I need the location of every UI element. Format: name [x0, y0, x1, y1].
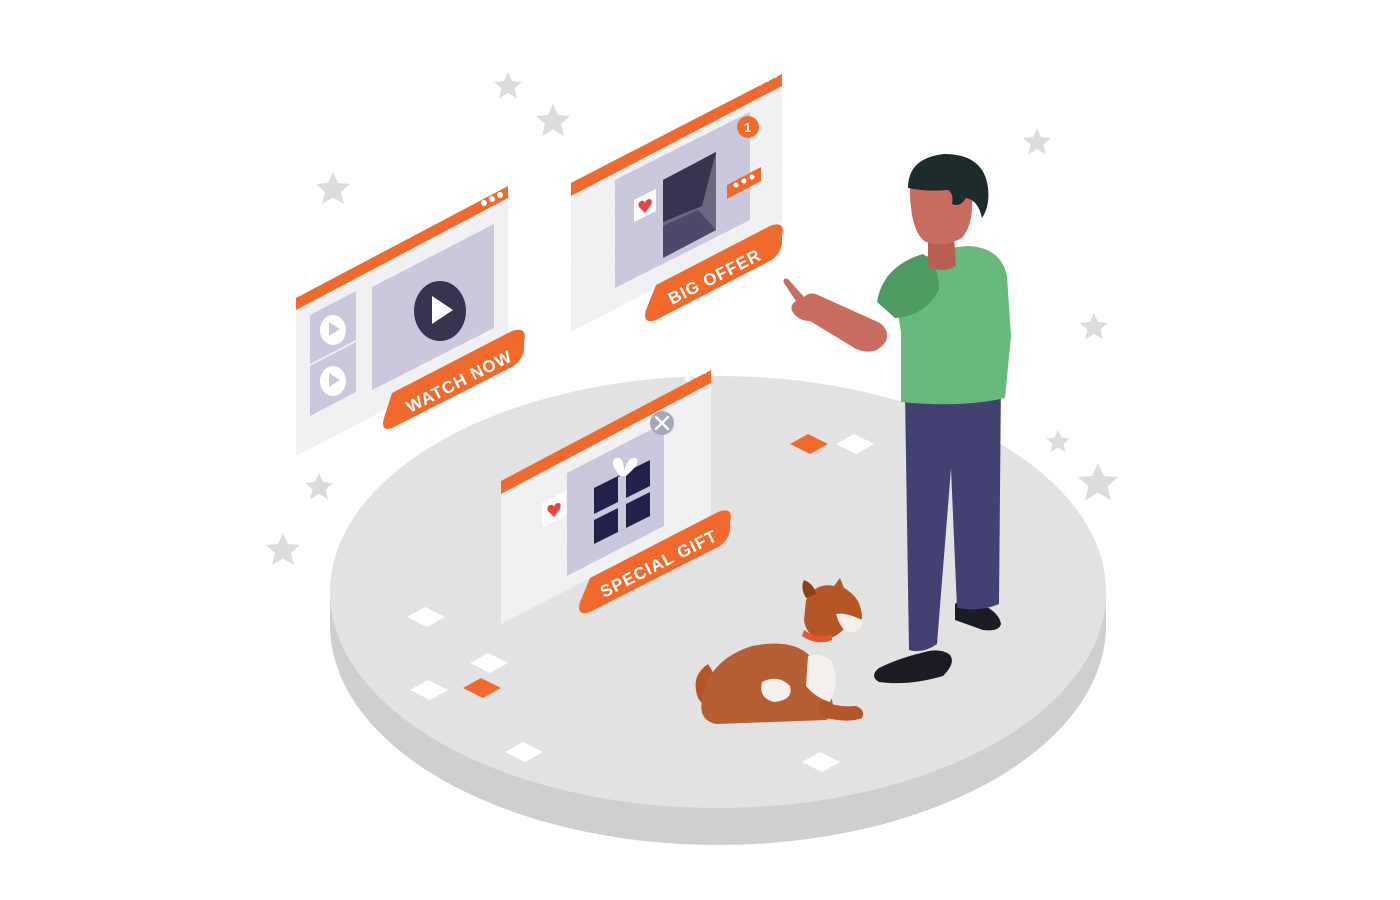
star-icon: [1080, 313, 1108, 340]
watch-now-card[interactable]: WATCH NOW: [296, 186, 525, 456]
illustration-scene: WATCH NOW 1 BIG OFFER SPECIAL GIFT: [266, 72, 1118, 845]
play-icon: [414, 281, 466, 341]
star-icon: [536, 104, 570, 136]
star-icon: [494, 72, 522, 99]
star-icon: [1078, 463, 1118, 501]
notification-count: 1: [744, 120, 751, 135]
window-dot: [489, 196, 495, 202]
star-icon: [1023, 128, 1051, 155]
star-icon: [1046, 430, 1070, 452]
window-dot: [764, 76, 770, 82]
small-play-icon: [320, 315, 346, 345]
window-dot: [497, 192, 503, 198]
window-dot: [756, 80, 762, 86]
star-icon: [266, 533, 300, 565]
close-icon[interactable]: [650, 411, 674, 435]
window-dot: [481, 200, 487, 206]
window-dot: [693, 372, 699, 378]
small-play-icon: [320, 366, 346, 396]
window-dot: [772, 72, 778, 78]
window-dot: [701, 368, 707, 374]
big-offer-card[interactable]: 1 BIG OFFER: [571, 72, 783, 332]
window-dot: [685, 376, 691, 382]
star-icon: [316, 172, 350, 204]
notification-badge: 1: [737, 116, 759, 138]
star-icon: [305, 473, 333, 500]
